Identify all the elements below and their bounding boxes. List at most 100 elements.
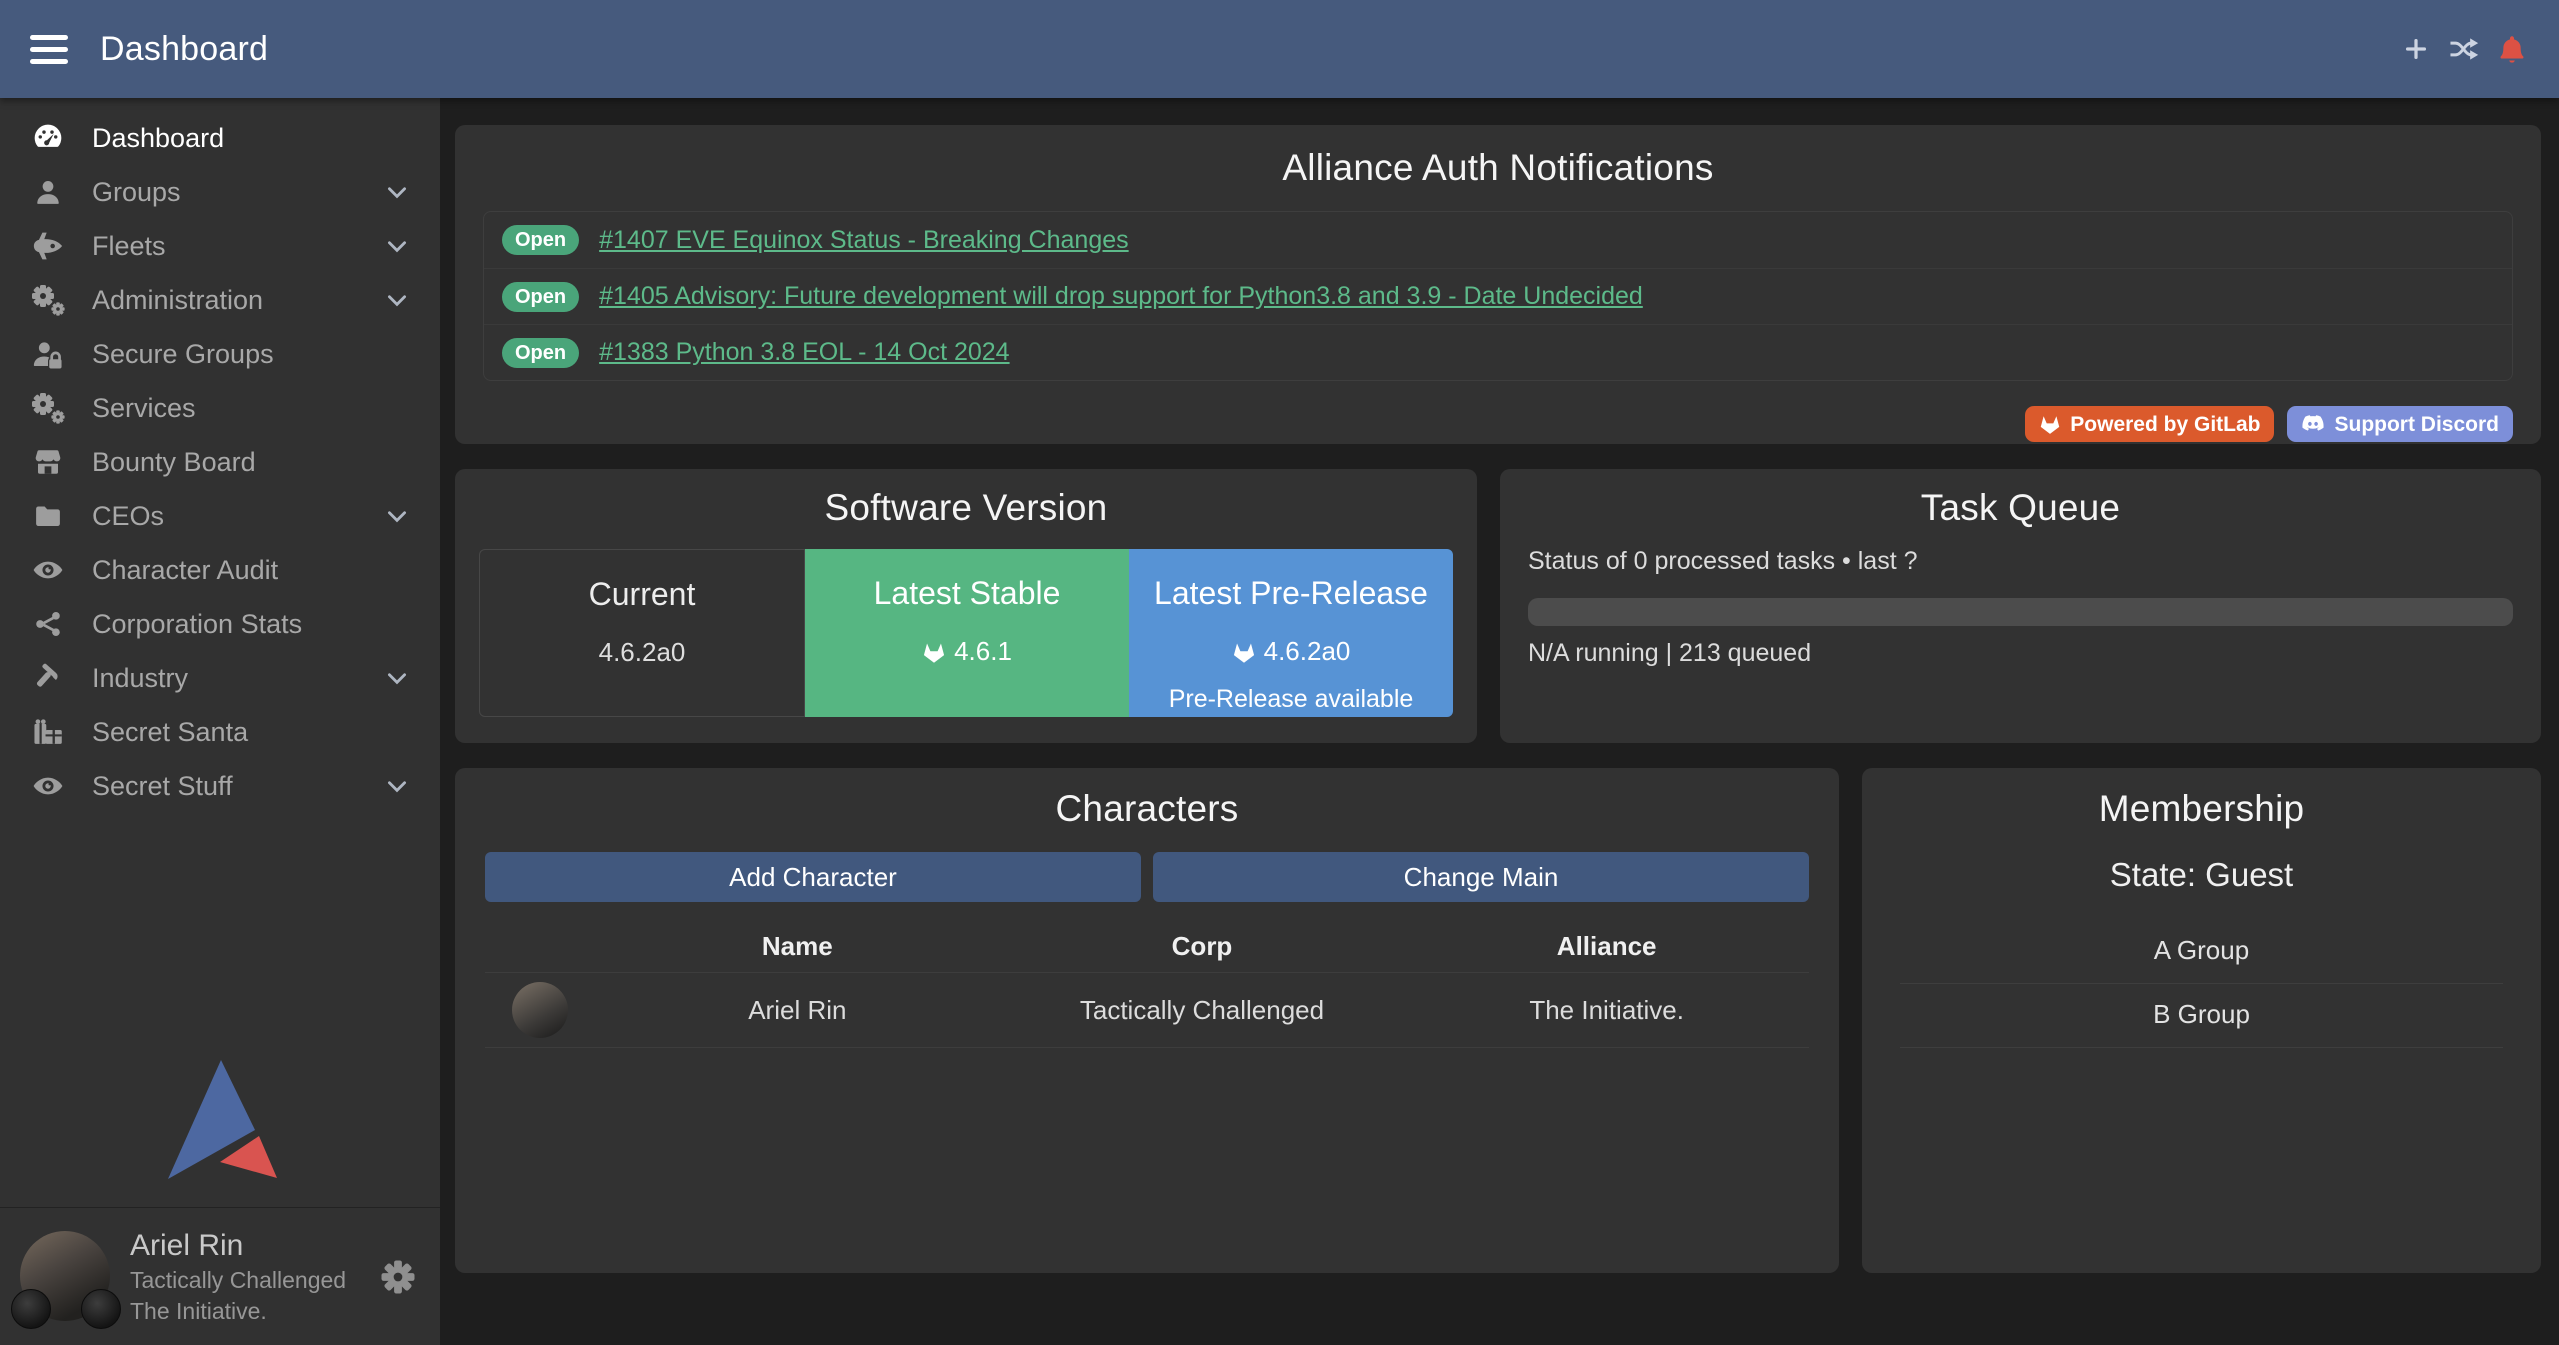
gitlab-icon: [922, 640, 946, 664]
characters-panel: Characters Add Character Change Main Nam…: [455, 768, 1839, 1273]
sidebar-item-label: Bounty Board: [92, 447, 256, 478]
add-character-button[interactable]: Add Character: [485, 852, 1141, 902]
user-settings-gear-icon[interactable]: [380, 1259, 416, 1295]
add-icon[interactable]: [2399, 32, 2433, 66]
character-alliance: The Initiative.: [1404, 995, 1809, 1026]
version-prerelease-value: 4.6.2a0: [1264, 636, 1351, 667]
alliance-auth-logo: [0, 1058, 440, 1183]
sidebar-item-label: Services: [92, 393, 196, 424]
shuffle-icon[interactable]: [2447, 32, 2481, 66]
chevron-down-icon: [384, 179, 410, 205]
user-alliance: The Initiative.: [130, 1298, 346, 1325]
status-badge: Open: [502, 338, 579, 368]
column-header-name: Name: [595, 931, 1000, 962]
menu-hamburger-icon[interactable]: [30, 35, 68, 64]
status-badge: Open: [502, 282, 579, 312]
characters-title: Characters: [485, 788, 1809, 830]
membership-panel: Membership State: Guest A Group B Group: [1862, 768, 2541, 1273]
user-icon: [28, 174, 68, 210]
sidebar-item-groups[interactable]: Groups: [0, 165, 440, 219]
user-corp: Tactically Challenged: [130, 1267, 346, 1294]
character-buttons: Add Character Change Main: [485, 852, 1809, 902]
discord-badge[interactable]: Support Discord: [2287, 406, 2513, 442]
column-header-corp: Corp: [1000, 931, 1405, 962]
navbar-left: Dashboard: [30, 30, 268, 69]
sidebar: Dashboard Groups Fleets Administration S…: [0, 98, 440, 1345]
notifications-panel: Alliance Auth Notifications Open #1407 E…: [455, 125, 2541, 444]
user-panel: Ariel Rin Tactically Challenged The Init…: [0, 1207, 440, 1345]
eye-icon: [28, 768, 68, 804]
gitlab-icon: [2039, 413, 2061, 435]
gitlab-badge-label: Powered by GitLab: [2070, 414, 2260, 435]
sidebar-menu: Dashboard Groups Fleets Administration S…: [0, 98, 440, 813]
notifications-list: Open #1407 EVE Equinox Status - Breaking…: [483, 211, 2513, 381]
version-current: Current 4.6.2a0: [479, 549, 805, 717]
sidebar-item-label: Secret Santa: [92, 717, 248, 748]
navbar: Dashboard: [0, 0, 2559, 98]
notification-link[interactable]: #1405 Advisory: Future development will …: [599, 282, 1643, 311]
membership-group-item: A Group: [1900, 920, 2503, 984]
character-portrait: [512, 982, 568, 1038]
main-content: Alliance Auth Notifications Open #1407 E…: [440, 98, 2559, 1345]
user-lock-icon: [28, 336, 68, 372]
notifications-bell-icon[interactable]: [2495, 32, 2529, 66]
characters-table-header: Name Corp Alliance: [485, 920, 1809, 972]
chevron-down-icon: [384, 287, 410, 313]
version-stable-label: Latest Stable: [805, 575, 1129, 612]
column-header-alliance: Alliance: [1404, 931, 1809, 962]
share-icon: [28, 606, 68, 642]
sidebar-item-character-audit[interactable]: Character Audit: [0, 543, 440, 597]
notification-link[interactable]: #1407 EVE Equinox Status - Breaking Chan…: [599, 226, 1129, 255]
task-queue-status: Status of 0 processed tasks • last ?: [1528, 547, 2513, 576]
sidebar-item-fleets[interactable]: Fleets: [0, 219, 440, 273]
gitlab-badge[interactable]: Powered by GitLab: [2025, 406, 2274, 442]
corp-logo: [11, 1289, 51, 1329]
version-current-label: Current: [480, 576, 804, 613]
sidebar-item-label: Corporation Stats: [92, 609, 302, 640]
folder-icon: [28, 498, 68, 534]
sidebar-item-label: Groups: [92, 177, 181, 208]
sidebar-item-secret-stuff[interactable]: Secret Stuff: [0, 759, 440, 813]
page-title: Dashboard: [100, 30, 268, 69]
notification-row: Open #1407 EVE Equinox Status - Breaking…: [484, 212, 2512, 268]
characters-table: Name Corp Alliance Ariel Rin Tactically …: [485, 920, 1809, 1048]
sidebar-item-ceos[interactable]: CEOs: [0, 489, 440, 543]
gears-icon: [28, 282, 68, 318]
task-queue-title: Task Queue: [1528, 487, 2513, 529]
prerelease-note: Pre-Release available: [1129, 685, 1453, 714]
sidebar-item-secure-groups[interactable]: Secure Groups: [0, 327, 440, 381]
sidebar-item-label: Administration: [92, 285, 263, 316]
sidebar-item-label: Dashboard: [92, 123, 224, 154]
sidebar-item-secret-santa[interactable]: Secret Santa: [0, 705, 440, 759]
sidebar-item-services[interactable]: Services: [0, 381, 440, 435]
sidebar-item-label: Character Audit: [92, 555, 278, 586]
chevron-down-icon: [384, 665, 410, 691]
notifications-footer: Powered by GitLab Support Discord: [483, 406, 2513, 442]
character-name: Ariel Rin: [595, 995, 1000, 1026]
chevron-down-icon: [384, 773, 410, 799]
notification-row: Open #1405 Advisory: Future development …: [484, 268, 2512, 324]
sidebar-item-bounty-board[interactable]: Bounty Board: [0, 435, 440, 489]
sidebar-item-administration[interactable]: Administration: [0, 273, 440, 327]
notification-row: Open #1383 Python 3.8 EOL - 14 Oct 2024: [484, 324, 2512, 380]
version-current-value: 4.6.2a0: [599, 637, 686, 668]
version-stable: Latest Stable 4.6.1: [805, 549, 1129, 717]
sidebar-item-dashboard[interactable]: Dashboard: [0, 111, 440, 165]
sidebar-item-corporation-stats[interactable]: Corporation Stats: [0, 597, 440, 651]
chevron-down-icon: [384, 503, 410, 529]
sidebar-item-label: Secure Groups: [92, 339, 274, 370]
task-progress-bar: [1528, 598, 2513, 626]
version-columns: Current 4.6.2a0 Latest Stable 4.6.1 Late…: [479, 549, 1453, 717]
discord-icon: [2301, 415, 2325, 433]
change-main-button[interactable]: Change Main: [1153, 852, 1809, 902]
membership-group-item: B Group: [1900, 984, 2503, 1048]
gifts-icon: [28, 714, 68, 750]
status-badge: Open: [502, 225, 579, 255]
sidebar-item-industry[interactable]: Industry: [0, 651, 440, 705]
spaceship-icon: [28, 228, 68, 264]
eye-icon: [28, 552, 68, 588]
software-version-panel: Software Version Current 4.6.2a0 Latest …: [455, 469, 1477, 743]
user-name: Ariel Rin: [130, 1229, 346, 1263]
hammer-icon: [28, 660, 68, 696]
notification-link[interactable]: #1383 Python 3.8 EOL - 14 Oct 2024: [599, 338, 1009, 367]
